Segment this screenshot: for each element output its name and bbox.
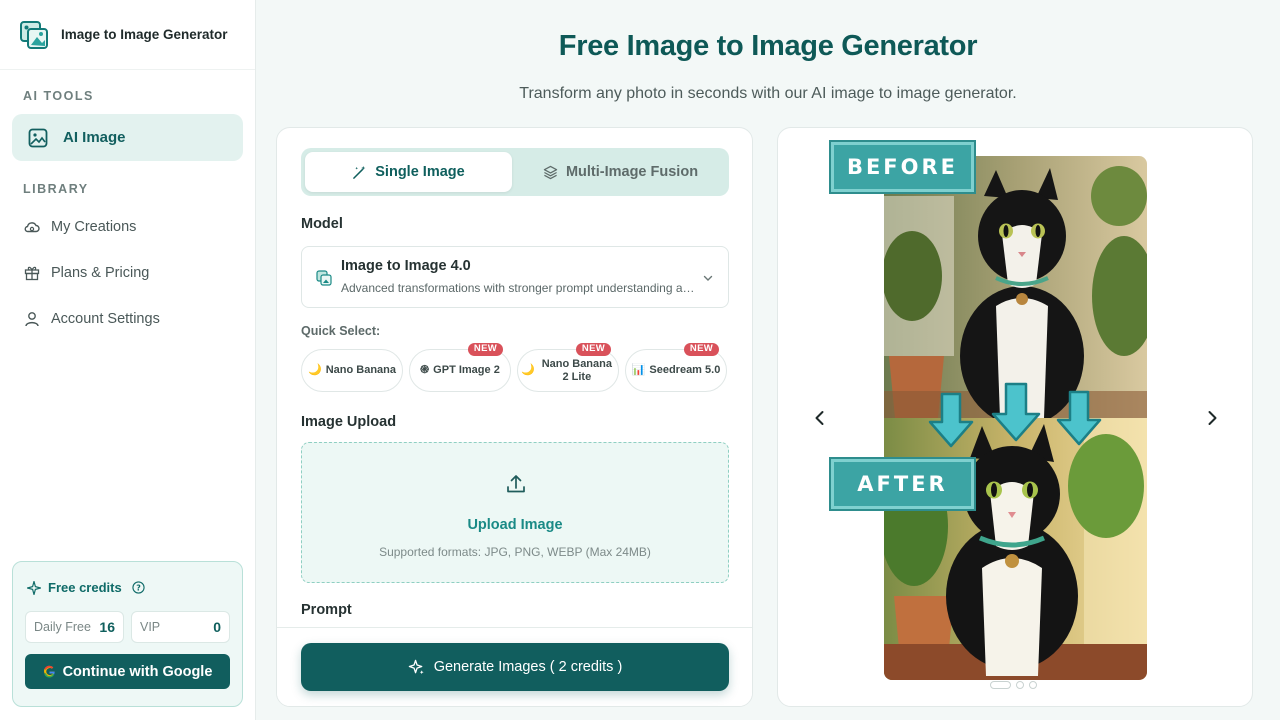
generate-button-label: Generate Images ( 2 credits ) — [433, 659, 623, 675]
vip-credits: VIP 0 — [131, 611, 230, 643]
sidebar-item-label: Account Settings — [51, 311, 160, 327]
gift-icon — [24, 266, 40, 281]
tab-multi-image-fusion[interactable]: Multi-Image Fusion — [516, 152, 725, 192]
upload-hint: Supported formats: JPG, PNG, WEBP (Max 2… — [379, 545, 651, 559]
new-badge: NEW — [575, 343, 611, 356]
cloud-icon — [24, 222, 40, 233]
sidebar-item-ai-image[interactable]: AI Image — [12, 114, 243, 161]
chevron-right-icon[interactable] — [1202, 408, 1222, 428]
daily-free-label: Daily Free — [34, 620, 91, 634]
image-upload-dropzone[interactable]: Upload Image Supported formats: JPG, PNG… — [301, 442, 729, 583]
page-subtitle: Transform any photo in seconds with our … — [519, 85, 1017, 102]
sparkle-icon — [27, 580, 41, 595]
carousel-dots — [990, 681, 1042, 689]
model-select[interactable]: Image to Image 4.0 Advanced transformati… — [301, 246, 729, 308]
tab-label: Single Image — [375, 164, 465, 180]
generator-form: Single Image Multi-Image Fusion Model Im… — [276, 127, 753, 707]
model-icon — [316, 270, 332, 286]
sidebar-item-plans-pricing[interactable]: Plans & Pricing — [24, 265, 149, 281]
chevron-left-icon[interactable] — [810, 408, 830, 428]
banana-icon: 🌙 — [521, 364, 535, 377]
mode-tabs: Single Image Multi-Image Fusion — [301, 148, 729, 196]
model-name: Image to Image 4.0 — [341, 258, 471, 274]
upload-image-link[interactable]: Upload Image — [302, 517, 728, 533]
generate-bar: Generate Images ( 2 credits ) — [277, 627, 752, 706]
layers-icon — [543, 165, 558, 179]
vip-value: 0 — [213, 619, 221, 635]
credits-title: Free credits — [48, 580, 122, 595]
sidebar-item-my-creations[interactable]: My Creations — [24, 219, 136, 235]
logo-icon — [20, 20, 48, 49]
generate-images-button[interactable]: Generate Images ( 2 credits ) — [301, 643, 729, 691]
carousel-dot-2[interactable] — [1016, 681, 1024, 689]
tab-label: Multi-Image Fusion — [565, 164, 699, 180]
chevron-down-icon — [703, 275, 713, 281]
vip-label: VIP — [140, 620, 161, 634]
sidebar: Image to Image Generator AI TOOLS AI Ima… — [0, 0, 256, 720]
openai-icon: ֍ — [420, 364, 430, 377]
daily-free-credits: Daily Free 16 — [25, 611, 124, 643]
carousel-dot-1[interactable] — [990, 681, 1011, 689]
credits-panel: Free credits ? Daily Free 16 VIP 0 Conti… — [12, 561, 243, 707]
sidebar-item-label: Plans & Pricing — [51, 265, 150, 281]
chip-label: Seedream 5.0 — [649, 364, 721, 377]
image-upload-label: Image Upload — [301, 414, 397, 430]
credits-header: Free credits ? — [27, 580, 145, 595]
sidebar-item-label: AI Image — [63, 129, 126, 146]
banana-icon: 🌙 — [308, 364, 322, 377]
quick-select-nano-banana[interactable]: 🌙 Nano Banana — [301, 349, 403, 392]
brand[interactable]: Image to Image Generator — [0, 0, 255, 70]
sparkle-icon — [408, 659, 424, 674]
sidebar-item-label: My Creations — [51, 219, 137, 235]
svg-text:?: ? — [136, 583, 141, 592]
quick-select-label: Quick Select: — [301, 324, 381, 338]
daily-free-value: 16 — [99, 619, 115, 635]
image-icon — [28, 128, 48, 147]
quick-select-nano-banana-2-lite[interactable]: 🌙 Nano Banana 2 Lite NEW — [517, 343, 619, 392]
page-title: Free Image to Image Generator — [558, 30, 978, 62]
new-badge: NEW — [683, 343, 719, 356]
prompt-label: Prompt — [301, 602, 352, 618]
before-after-example-image — [884, 156, 1147, 680]
tab-single-image[interactable]: Single Image — [305, 152, 512, 192]
magic-wand-icon — [353, 165, 366, 179]
carousel-dot-3[interactable] — [1029, 681, 1037, 689]
upload-icon — [507, 475, 525, 493]
google-button-label: Continue with Google — [62, 663, 213, 680]
preview-panel: BEFORE AFTER — [777, 127, 1253, 707]
user-icon — [25, 312, 39, 327]
new-badge: NEW — [467, 343, 503, 356]
quick-select-gpt-image-2[interactable]: ֍ GPT Image 2 NEW — [409, 343, 511, 392]
brand-name: Image to Image Generator — [61, 27, 228, 42]
model-description: Advanced transformations with stronger p… — [341, 281, 696, 295]
section-label-library: LIBRARY — [23, 182, 89, 196]
chip-label: Nano Banana — [325, 364, 396, 377]
continue-with-google-button[interactable]: Continue with Google — [25, 654, 230, 689]
section-label-ai-tools: AI TOOLS — [23, 89, 94, 103]
after-label: AFTER — [829, 457, 976, 511]
before-label: BEFORE — [829, 140, 976, 194]
chip-label: Nano Banana 2 Lite — [541, 357, 612, 383]
chip-label: GPT Image 2 — [433, 364, 500, 377]
help-icon[interactable]: ? — [132, 581, 145, 594]
quick-select-seedream-5[interactable]: 📊 Seedream 5.0 NEW — [625, 343, 727, 392]
model-label: Model — [301, 216, 343, 232]
bar-chart-icon: 📊 — [631, 364, 646, 377]
sidebar-item-account-settings[interactable]: Account Settings — [24, 311, 160, 327]
google-icon — [43, 665, 55, 678]
